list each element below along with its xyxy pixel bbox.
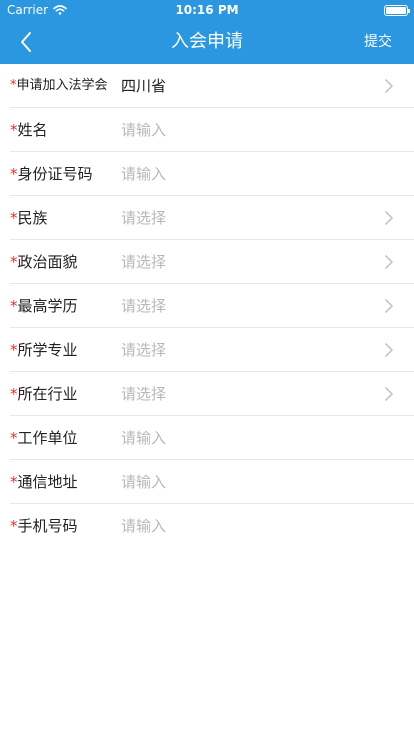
law-society-field[interactable]: *申请加入法学会 四川省	[0, 64, 414, 108]
major-field[interactable]: *所学专业 请选择	[0, 328, 414, 372]
required-mark: *	[10, 429, 18, 447]
status-bar: Carrier 10:16 PM	[0, 0, 414, 20]
status-left: Carrier	[7, 3, 67, 17]
wifi-icon	[53, 5, 67, 15]
field-label: *政治面貌	[10, 240, 78, 284]
submit-button[interactable]: 提交	[364, 20, 392, 64]
field-label: *通信地址	[10, 460, 78, 504]
field-label: *所在行业	[10, 372, 78, 416]
field-placeholder[interactable]: 请选择	[121, 284, 166, 328]
field-placeholder[interactable]: 请选择	[121, 372, 166, 416]
chevron-right-icon	[385, 79, 393, 93]
required-mark: *	[10, 473, 18, 491]
field-placeholder[interactable]: 请输入	[121, 504, 166, 548]
field-value[interactable]: 四川省	[121, 64, 166, 108]
field-label: *民族	[10, 196, 48, 240]
political-status-field[interactable]: *政治面貌 请选择	[0, 240, 414, 284]
field-label: *所学专业	[10, 328, 78, 372]
field-label-text: 工作单位	[17, 429, 78, 447]
required-mark: *	[10, 121, 18, 139]
field-label: *身份证号码	[10, 152, 93, 196]
required-mark: *	[10, 341, 18, 359]
nav-bar: 入会申请 提交	[0, 20, 414, 64]
field-label-text: 姓名	[17, 121, 48, 139]
id-number-field[interactable]: *身份证号码 请输入	[0, 152, 414, 196]
field-label-text: 所学专业	[17, 341, 78, 359]
chevron-right-icon	[385, 387, 393, 401]
field-placeholder[interactable]: 请选择	[121, 240, 166, 284]
field-placeholder[interactable]: 请输入	[121, 108, 166, 152]
chevron-right-icon	[385, 255, 393, 269]
field-label-text: 最高学历	[17, 297, 78, 315]
field-placeholder[interactable]: 请输入	[121, 460, 166, 504]
field-placeholder[interactable]: 请选择	[121, 328, 166, 372]
page-title: 入会申请	[171, 31, 243, 52]
field-label-text: 所在行业	[17, 385, 78, 403]
required-mark: *	[10, 517, 18, 535]
field-label: *工作单位	[10, 416, 78, 460]
battery-icon	[384, 4, 410, 16]
field-label-text: 身份证号码	[17, 165, 93, 183]
field-label-text: 手机号码	[17, 517, 78, 535]
field-label: *姓名	[10, 108, 48, 152]
carrier-label: Carrier	[7, 3, 49, 17]
employer-field[interactable]: *工作单位 请输入	[0, 416, 414, 460]
field-placeholder[interactable]: 请输入	[121, 152, 166, 196]
required-mark: *	[10, 253, 18, 271]
education-field[interactable]: *最高学历 请选择	[0, 284, 414, 328]
address-field[interactable]: *通信地址 请输入	[0, 460, 414, 504]
required-mark: *	[10, 165, 18, 183]
field-placeholder[interactable]: 请输入	[121, 416, 166, 460]
name-field[interactable]: *姓名 请输入	[0, 108, 414, 152]
field-label: *手机号码	[10, 504, 78, 548]
industry-field[interactable]: *所在行业 请选择	[0, 372, 414, 416]
required-mark: *	[10, 385, 18, 403]
chevron-right-icon	[385, 299, 393, 313]
chevron-right-icon	[385, 343, 393, 357]
field-label-text: 民族	[17, 209, 48, 227]
field-label-text: 申请加入法学会	[16, 78, 108, 93]
field-placeholder[interactable]: 请选择	[121, 196, 166, 240]
field-label: *申请加入法学会	[10, 64, 108, 108]
ethnicity-field[interactable]: *民族 请选择	[0, 196, 414, 240]
field-label-text: 政治面貌	[17, 253, 78, 271]
field-label: *最高学历	[10, 284, 78, 328]
phone-field[interactable]: *手机号码 请输入	[0, 504, 414, 548]
required-mark: *	[10, 297, 18, 315]
application-form: *申请加入法学会 四川省 *姓名 请输入 *身份证号码 请输入 *民族 请选择 *政治面貌 请选择…	[0, 64, 414, 548]
chevron-right-icon	[385, 211, 393, 225]
field-label-text: 通信地址	[17, 473, 78, 491]
required-mark: *	[10, 209, 18, 227]
